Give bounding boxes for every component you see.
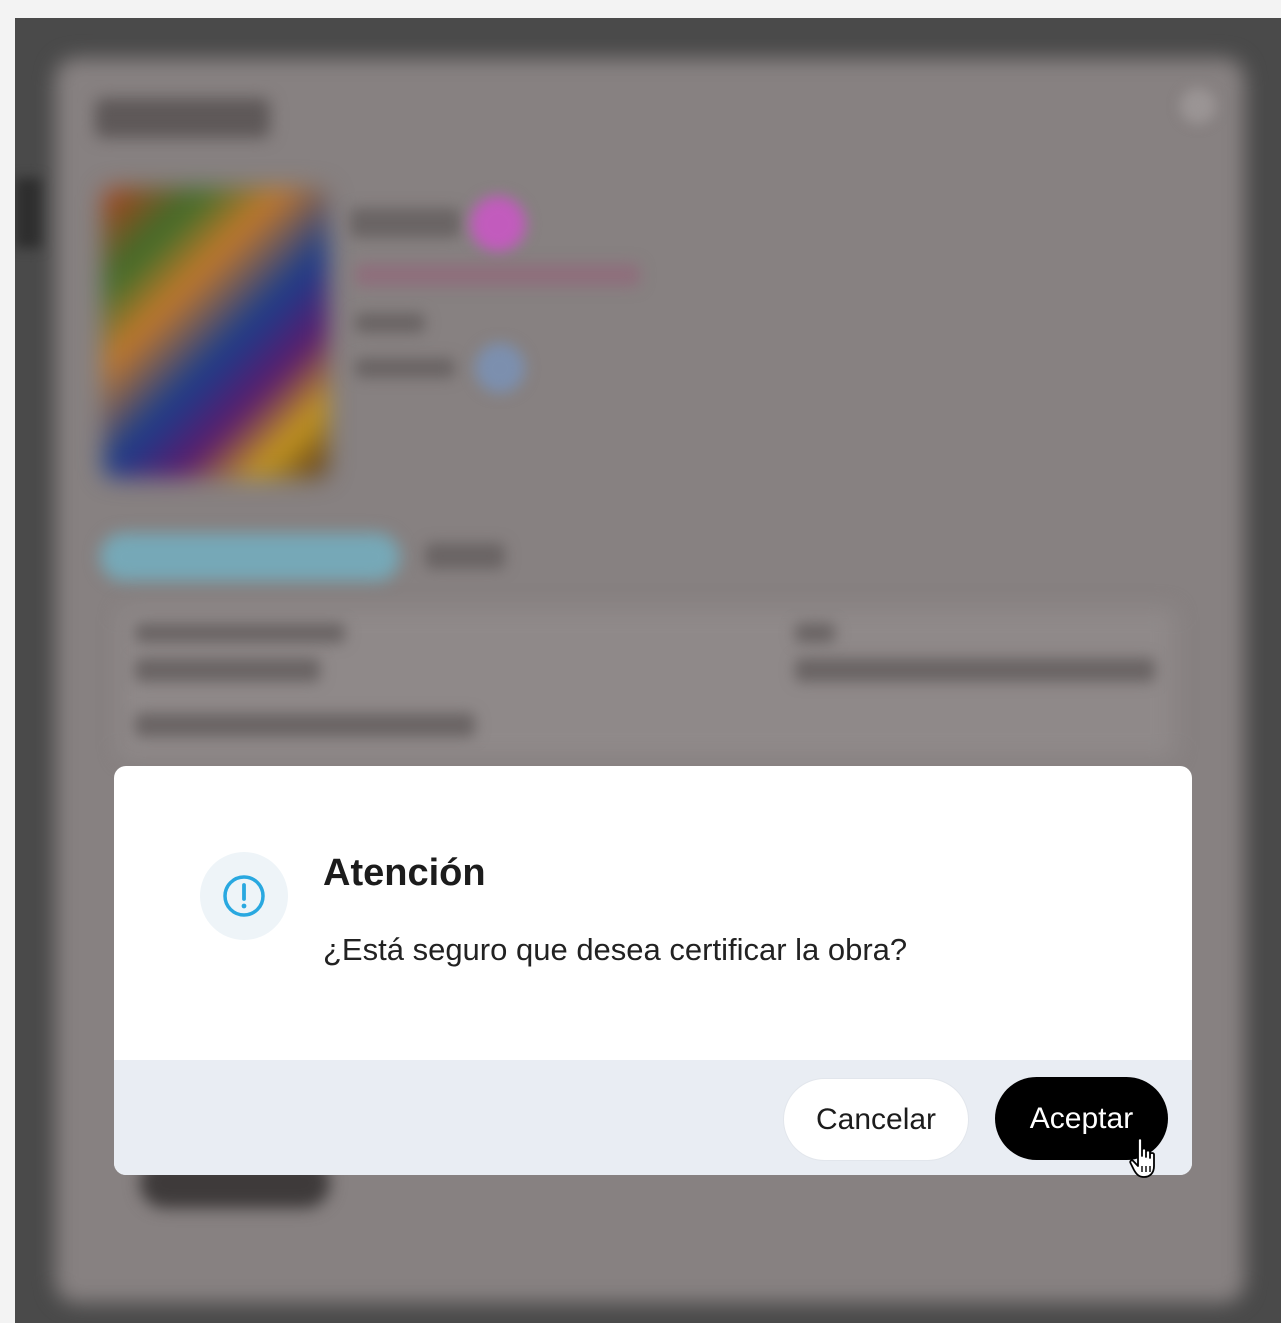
background-text-line bbox=[350, 208, 460, 238]
background-text-line bbox=[355, 358, 455, 378]
background-status-pill bbox=[100, 533, 400, 581]
background-left-accent bbox=[15, 178, 41, 248]
background-badge bbox=[470, 196, 526, 252]
dialog-title: Atención bbox=[323, 852, 486, 894]
background-text-line bbox=[135, 623, 345, 643]
background-text-line bbox=[135, 713, 475, 737]
background-text-line bbox=[795, 623, 835, 643]
dialog-body: Atención ¿Está seguro que desea certific… bbox=[114, 766, 1192, 1060]
background-page-title bbox=[95, 98, 270, 138]
background-text-line bbox=[135, 658, 320, 682]
cancel-button[interactable]: Cancelar bbox=[783, 1078, 969, 1161]
background-text-line bbox=[355, 313, 425, 333]
background-text-line bbox=[795, 658, 1155, 682]
dialog-footer: Cancelar Aceptar bbox=[114, 1060, 1192, 1175]
hand-pointer-icon bbox=[1129, 1137, 1155, 1178]
background-text-line bbox=[425, 543, 505, 569]
confirm-dialog: Atención ¿Está seguro que desea certific… bbox=[114, 766, 1192, 1175]
alert-circle-icon bbox=[200, 852, 288, 940]
dialog-message: ¿Está seguro que desea certificar la obr… bbox=[323, 932, 908, 967]
background-badge bbox=[475, 343, 525, 393]
background-artwork-image bbox=[103, 188, 328, 478]
background-text-line bbox=[355, 263, 640, 287]
background-close-icon bbox=[1180, 88, 1216, 124]
